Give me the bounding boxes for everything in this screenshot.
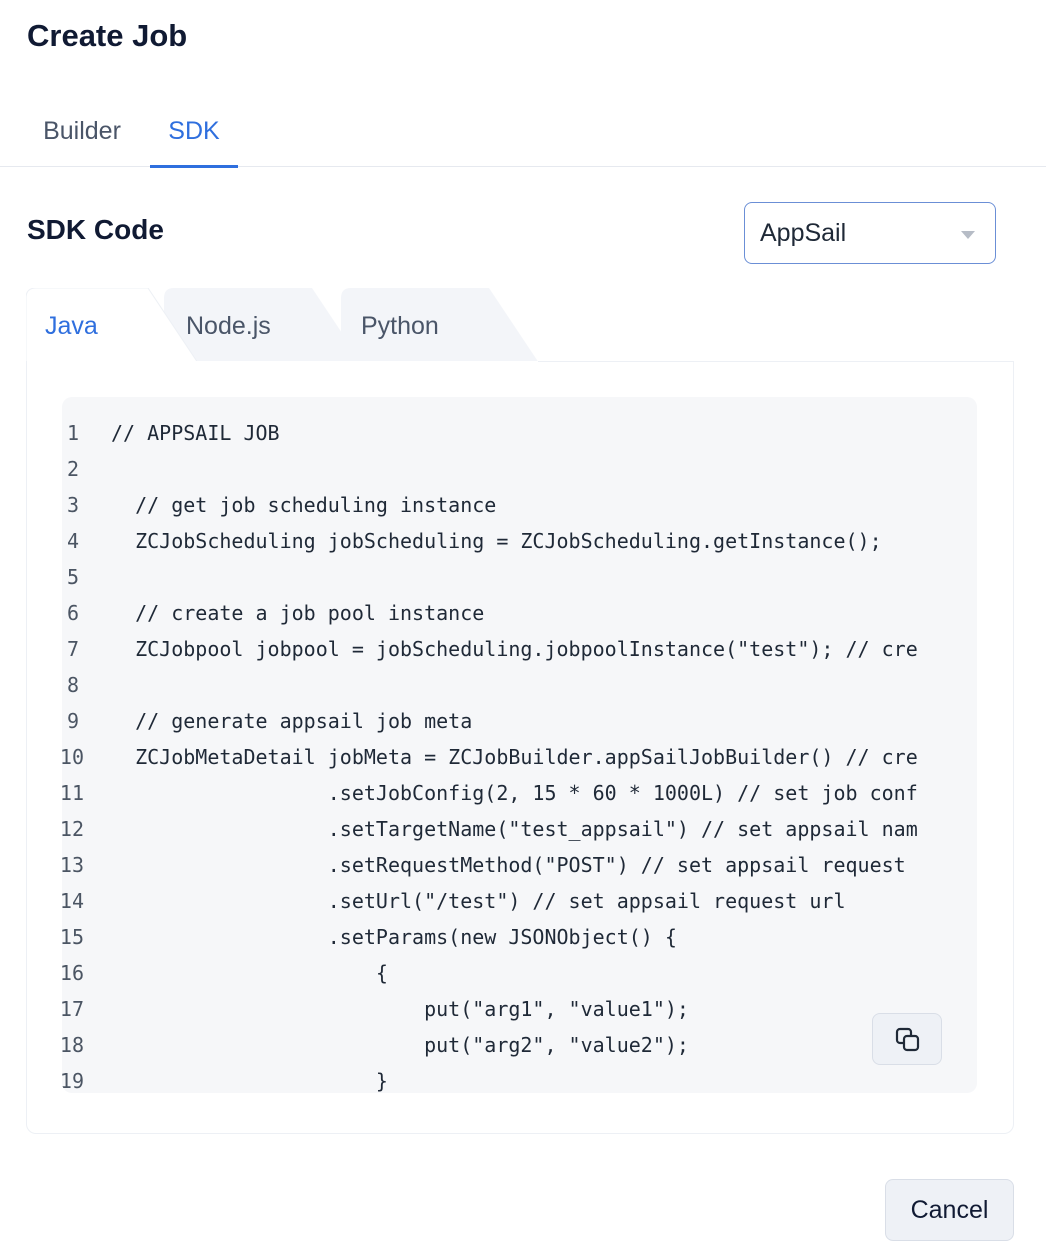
code-line: 6 // create a job pool instance bbox=[62, 595, 977, 631]
line-number: 12 bbox=[62, 817, 84, 841]
code-text: .setTargetName("test_appsail") // set ap… bbox=[111, 817, 918, 841]
line-number: 2 bbox=[66, 457, 80, 481]
code-text: .setUrl("/test") // set appsail request … bbox=[111, 889, 846, 913]
code-text: ZCJobMetaDetail jobMeta = ZCJobBuilder.a… bbox=[111, 745, 918, 769]
code-viewer[interactable]: 1 // APPSAIL JOB 2 3 // get job scheduling … bbox=[62, 397, 977, 1093]
tab-builder[interactable]: Builder bbox=[22, 98, 142, 166]
code-text: ZCJobScheduling jobScheduling = ZCJobSch… bbox=[111, 529, 882, 553]
code-text: .setJobConfig(2, 15 * 60 * 1000L) // set… bbox=[111, 781, 918, 805]
code-text: // APPSAIL JOB bbox=[111, 421, 280, 445]
code-line: 1 // APPSAIL JOB bbox=[62, 415, 977, 451]
line-number: 15 bbox=[62, 925, 84, 949]
create-job-dialog: Create Job Builder SDK SDK Code AppSail … bbox=[0, 0, 1046, 1256]
line-number: 13 bbox=[62, 853, 84, 877]
line-number: 5 bbox=[66, 565, 80, 589]
line-number: 16 bbox=[62, 961, 84, 985]
line-number: 4 bbox=[66, 529, 80, 553]
job-type-select-value: AppSail bbox=[760, 219, 847, 247]
line-number: 19 bbox=[62, 1069, 84, 1093]
top-tab-bar: Builder SDK bbox=[0, 98, 1046, 168]
tab-java[interactable]: Java bbox=[26, 288, 221, 363]
job-type-select[interactable]: AppSail bbox=[744, 202, 996, 264]
copy-code-button[interactable] bbox=[872, 1013, 942, 1065]
line-number: 6 bbox=[66, 601, 80, 625]
code-line: 13 .setRequestMethod("POST") // set apps… bbox=[62, 847, 977, 883]
caret-down-icon bbox=[961, 231, 975, 239]
code-line: 17 put("arg1", "value1"); bbox=[62, 991, 977, 1027]
code-line: 11 .setJobConfig(2, 15 * 60 * 1000L) // … bbox=[62, 775, 977, 811]
tab-java-label: Java bbox=[45, 312, 98, 340]
code-text: put("arg1", "value1"); bbox=[111, 997, 689, 1021]
line-number: 7 bbox=[66, 637, 80, 661]
code-lines: 1 // APPSAIL JOB 2 3 // get job scheduling … bbox=[62, 415, 977, 1093]
code-line: 2 bbox=[62, 451, 977, 487]
code-text: ZCJobpool jobpool = jobScheduling.jobpoo… bbox=[111, 637, 918, 661]
page-title: Create Job bbox=[27, 18, 188, 53]
code-line: 12 .setTargetName("test_appsail") // set… bbox=[62, 811, 977, 847]
line-number: 14 bbox=[62, 889, 84, 913]
code-line: 3 // get job scheduling instance bbox=[62, 487, 977, 523]
tab-sdk[interactable]: SDK bbox=[150, 98, 238, 168]
code-line: 7 ZCJobpool jobpool = jobScheduling.jobp… bbox=[62, 631, 977, 667]
line-number: 9 bbox=[66, 709, 80, 733]
code-text: // create a job pool instance bbox=[111, 601, 485, 625]
code-line: 8 bbox=[62, 667, 977, 703]
code-panel-divider bbox=[538, 361, 1014, 362]
language-tab-bar: Python Node.js Java bbox=[26, 288, 586, 363]
code-line: 9 // generate appsail job meta bbox=[62, 703, 977, 739]
code-line: 16 { bbox=[62, 955, 977, 991]
code-text: // generate appsail job meta bbox=[111, 709, 473, 733]
code-line: 18 put("arg2", "value2"); bbox=[62, 1027, 977, 1063]
code-text: put("arg2", "value2"); bbox=[111, 1033, 689, 1057]
line-number: 10 bbox=[62, 745, 84, 769]
code-line: 14 .setUrl("/test") // set appsail reque… bbox=[62, 883, 977, 919]
line-number: 3 bbox=[66, 493, 80, 517]
code-text: } bbox=[111, 1069, 388, 1093]
cancel-button[interactable]: Cancel bbox=[885, 1179, 1014, 1241]
code-line: 5 bbox=[62, 559, 977, 595]
code-text: .setRequestMethod("POST") // set appsail… bbox=[111, 853, 918, 877]
code-line: 15 .setParams(new JSONObject() { bbox=[62, 919, 977, 955]
line-number: 1 bbox=[66, 421, 80, 445]
code-text: { bbox=[111, 961, 388, 985]
code-text: // get job scheduling instance bbox=[111, 493, 497, 517]
code-text: .setParams(new JSONObject() { bbox=[111, 925, 677, 949]
code-line: 19 } bbox=[62, 1063, 977, 1093]
line-number: 17 bbox=[62, 997, 84, 1021]
line-number: 11 bbox=[62, 781, 84, 805]
line-number: 18 bbox=[62, 1033, 84, 1057]
copy-icon bbox=[895, 1027, 920, 1052]
line-number: 8 bbox=[66, 673, 80, 697]
code-line: 4 ZCJobScheduling jobScheduling = ZCJobS… bbox=[62, 523, 977, 559]
code-line: 10 ZCJobMetaDetail jobMeta = ZCJobBuilde… bbox=[62, 739, 977, 775]
sdk-code-heading: SDK Code bbox=[27, 214, 164, 245]
